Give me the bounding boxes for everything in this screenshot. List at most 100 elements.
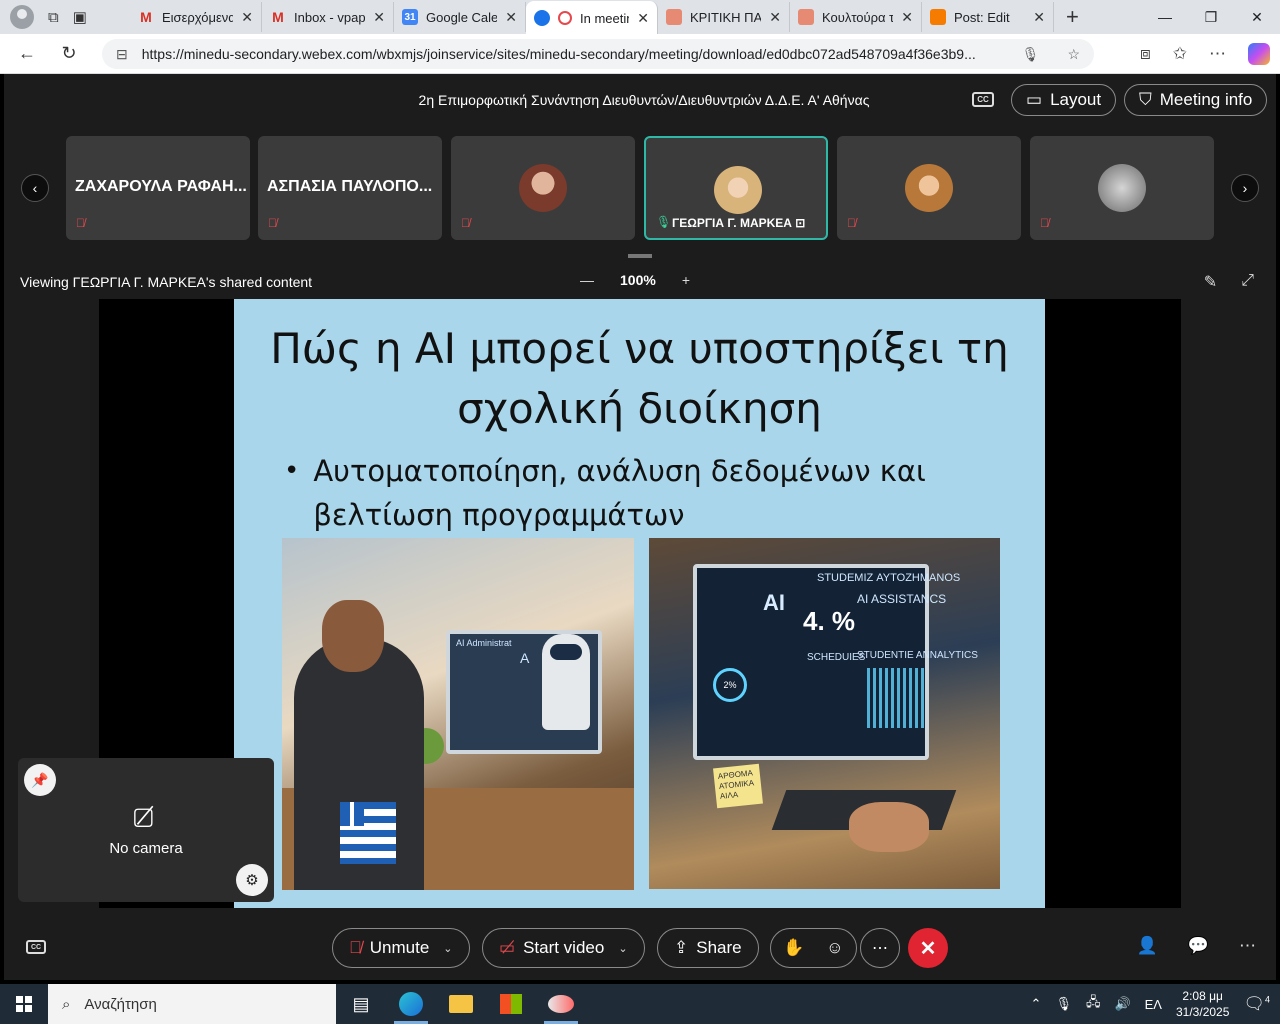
participant-avatar bbox=[905, 164, 953, 212]
mic-on-icon: 🎙 bbox=[656, 215, 672, 229]
gear-icon[interactable]: ⚙ bbox=[236, 864, 268, 896]
taskbar-search[interactable]: ⌕ Αναζήτηση bbox=[48, 984, 336, 1024]
participant-avatar bbox=[714, 166, 762, 214]
close-tab-icon[interactable]: ✕ bbox=[637, 10, 649, 27]
layout-button[interactable]: ▭ Layout bbox=[1011, 84, 1117, 116]
chat-icon[interactable]: 💬 bbox=[1188, 936, 1209, 956]
close-window-icon[interactable]: ✕ bbox=[1234, 0, 1280, 34]
pin-icon[interactable]: 📌 bbox=[24, 764, 56, 796]
shared-content-bar: Viewing ΓΕΩΡΓΙΑ Γ. ΜΑΡΚΕΑ's shared conte… bbox=[20, 272, 1254, 292]
start-button[interactable] bbox=[0, 984, 48, 1024]
close-tab-icon[interactable]: ✕ bbox=[1033, 9, 1045, 26]
start-video-button[interactable]: ▭̸ Start video ⌄ bbox=[482, 928, 645, 968]
notifications-icon[interactable]: 🗨4 bbox=[1243, 994, 1270, 1014]
reactions-icon[interactable]: ☺ bbox=[826, 938, 843, 958]
meeting-controls-bar: CC 🎙̸ Unmute ⌄ ▭̸ Start video ⌄ ⇪ Share … bbox=[4, 922, 1276, 974]
muted-mic-icon: 🎙̸ bbox=[847, 216, 856, 230]
clock[interactable]: 2:08 μμ 31/3/2025 bbox=[1176, 988, 1229, 1020]
more-options-button[interactable]: ⋯ bbox=[860, 928, 900, 968]
slide-title: Πώς η AI μπορεί να υποστηρίξει τη σχολικ… bbox=[270, 324, 1009, 433]
language-indicator[interactable]: ΕΛ bbox=[1145, 997, 1162, 1012]
tab-actions-icon[interactable]: ▣ bbox=[73, 8, 87, 26]
task-view-icon[interactable]: ▤ bbox=[336, 984, 386, 1024]
captions-icon[interactable]: CC bbox=[26, 940, 46, 954]
copilot-icon[interactable] bbox=[1248, 43, 1270, 65]
participant-tile[interactable]: 🎙̸ bbox=[837, 136, 1021, 240]
next-participants-button[interactable]: › bbox=[1231, 174, 1259, 202]
browser-tab[interactable]: 31 Google Calen ✕ bbox=[394, 2, 526, 32]
more-menu-icon[interactable]: ⋯ bbox=[1209, 44, 1226, 64]
window-controls: — ❐ ✕ bbox=[1142, 0, 1280, 34]
close-tab-icon[interactable]: ✕ bbox=[901, 9, 913, 26]
refresh-icon[interactable]: ↻ bbox=[48, 43, 90, 64]
file-explorer-icon[interactable] bbox=[436, 984, 486, 1024]
self-view-panel: 📌 ▢̸ No camera ⚙ bbox=[18, 758, 274, 902]
chevron-down-icon[interactable]: ⌄ bbox=[443, 942, 452, 955]
site-info-icon[interactable]: ⊟ bbox=[116, 46, 128, 63]
profile-avatar[interactable] bbox=[10, 5, 34, 29]
browser-tab[interactable]: ΚΡΙΤΙΚΗ ΠΑΙΔ ✕ bbox=[658, 2, 790, 32]
zoom-out-icon[interactable]: — bbox=[580, 272, 594, 288]
microphone-icon[interactable]: 🎙 bbox=[1022, 46, 1040, 63]
leave-meeting-button[interactable]: ✕ bbox=[908, 928, 948, 968]
system-tray: ⌃ 🎙 🖧 🔊 ΕΛ 2:08 μμ 31/3/2025 🗨4 bbox=[1031, 984, 1280, 1024]
fullscreen-icon[interactable]: ⤢ bbox=[1241, 272, 1254, 292]
gmail-icon: M bbox=[140, 9, 152, 25]
workspaces-icon[interactable]: ⧉ bbox=[48, 9, 59, 26]
favorite-star-icon[interactable]: ☆ bbox=[1067, 46, 1080, 63]
favorites-icon[interactable]: ✩ bbox=[1173, 44, 1187, 64]
closed-captions-icon[interactable]: CC bbox=[972, 92, 994, 107]
participant-tile[interactable]: 🎙̸ bbox=[451, 136, 635, 240]
browser-tab[interactable]: Κουλτούρα τ ✕ bbox=[790, 2, 922, 32]
muted-mic-icon: 🎙̸ bbox=[1040, 216, 1049, 230]
greek-flag bbox=[340, 802, 396, 864]
more-icon[interactable]: ⋯ bbox=[1239, 936, 1256, 956]
annotate-icon[interactable]: ✎ bbox=[1204, 272, 1217, 292]
close-tab-icon[interactable]: ✕ bbox=[241, 9, 253, 26]
participant-tile[interactable]: ΑΣΠΑΣΙΑ ΠΑΥΛΟΠΟ... 🎙̸ bbox=[258, 136, 442, 240]
close-tab-icon[interactable]: ✕ bbox=[373, 9, 385, 26]
url-field[interactable]: ⊟ https://minedu-secondary.webex.com/wbx… bbox=[102, 39, 1094, 69]
close-tab-icon[interactable]: ✕ bbox=[505, 9, 517, 26]
share-button[interactable]: ⇪ Share bbox=[657, 928, 759, 968]
volume-icon[interactable]: 🔊 bbox=[1114, 996, 1130, 1012]
browser-tab[interactable]: M Εισερχόμενα ✕ bbox=[130, 2, 262, 32]
video-off-icon: ▭̸ bbox=[499, 938, 516, 957]
hand bbox=[849, 802, 929, 852]
prev-participants-button[interactable]: ‹ bbox=[21, 174, 49, 202]
participant-strip: ‹ ΖΑΧΑΡΟΥΛΑ ΡΑΦΑΗ... 🎙̸ ΑΣΠΑΣΙΑ ΠΑΥΛΟΠΟ.… bbox=[4, 136, 1276, 240]
extensions-icon[interactable]: ⧈ bbox=[1140, 44, 1151, 64]
chevron-down-icon[interactable]: ⌄ bbox=[618, 942, 627, 955]
restore-icon[interactable]: ❐ bbox=[1188, 0, 1234, 34]
edge-icon[interactable] bbox=[386, 984, 436, 1024]
layout-icon: ▭ bbox=[1026, 90, 1043, 109]
webex-icon bbox=[534, 10, 550, 26]
browser-tab[interactable]: M Inbox - vpapa ✕ bbox=[262, 2, 394, 32]
microphone-icon[interactable]: 🎙 bbox=[1055, 996, 1072, 1012]
participant-tile[interactable]: 🎙̸ bbox=[1030, 136, 1214, 240]
store-icon[interactable] bbox=[486, 984, 536, 1024]
new-tab-icon[interactable]: + bbox=[1066, 4, 1079, 30]
slide-image-ai-dashboard: STUDEMIZ ΑΥΤΟΖΗΜΑΝΟS AI 4. % AI ASSISTAN… bbox=[649, 538, 1000, 889]
resize-handle[interactable] bbox=[628, 254, 652, 258]
meeting-info-button[interactable]: ⛉ Meeting info bbox=[1124, 84, 1268, 116]
webex-app-icon[interactable] bbox=[536, 984, 586, 1024]
close-tab-icon[interactable]: ✕ bbox=[769, 9, 781, 26]
zoom-in-icon[interactable]: + bbox=[682, 272, 690, 288]
shield-icon: ⛉ bbox=[1139, 90, 1152, 109]
browser-tab[interactable]: Post: Edit ✕ bbox=[922, 2, 1054, 32]
muted-mic-icon: 🎙̸ bbox=[461, 216, 470, 230]
raise-hand-icon[interactable]: ✋ bbox=[783, 938, 804, 958]
unmute-button[interactable]: 🎙̸ Unmute ⌄ bbox=[332, 928, 470, 968]
participants-icon[interactable]: 👤 bbox=[1137, 936, 1158, 956]
slide-bullet: • Αυτοματοποίηση, ανάλυση δεδομένων και … bbox=[284, 454, 926, 532]
back-icon[interactable]: ← bbox=[6, 43, 48, 64]
webex-meeting-window: 2η Επιμορφωτική Συνάντηση Διευθυντών/Διε… bbox=[4, 74, 1276, 980]
browser-tab-active[interactable]: In meetin ✕ bbox=[526, 1, 658, 35]
minimize-icon[interactable]: — bbox=[1142, 0, 1188, 34]
participant-tile-active-speaker[interactable]: 🎙 ΓΕΩΡΓΙΑ Γ. ΜΑΡΚΕΑ ⊡ bbox=[644, 136, 828, 240]
slide-image-admin-with-robot: AI Administrat A bbox=[282, 538, 634, 890]
network-icon[interactable]: 🖧 bbox=[1086, 993, 1101, 1015]
chevron-up-icon[interactable]: ⌃ bbox=[1031, 996, 1042, 1012]
participant-tile[interactable]: ΖΑΧΑΡΟΥΛΑ ΡΑΦΑΗ... 🎙̸ bbox=[66, 136, 250, 240]
